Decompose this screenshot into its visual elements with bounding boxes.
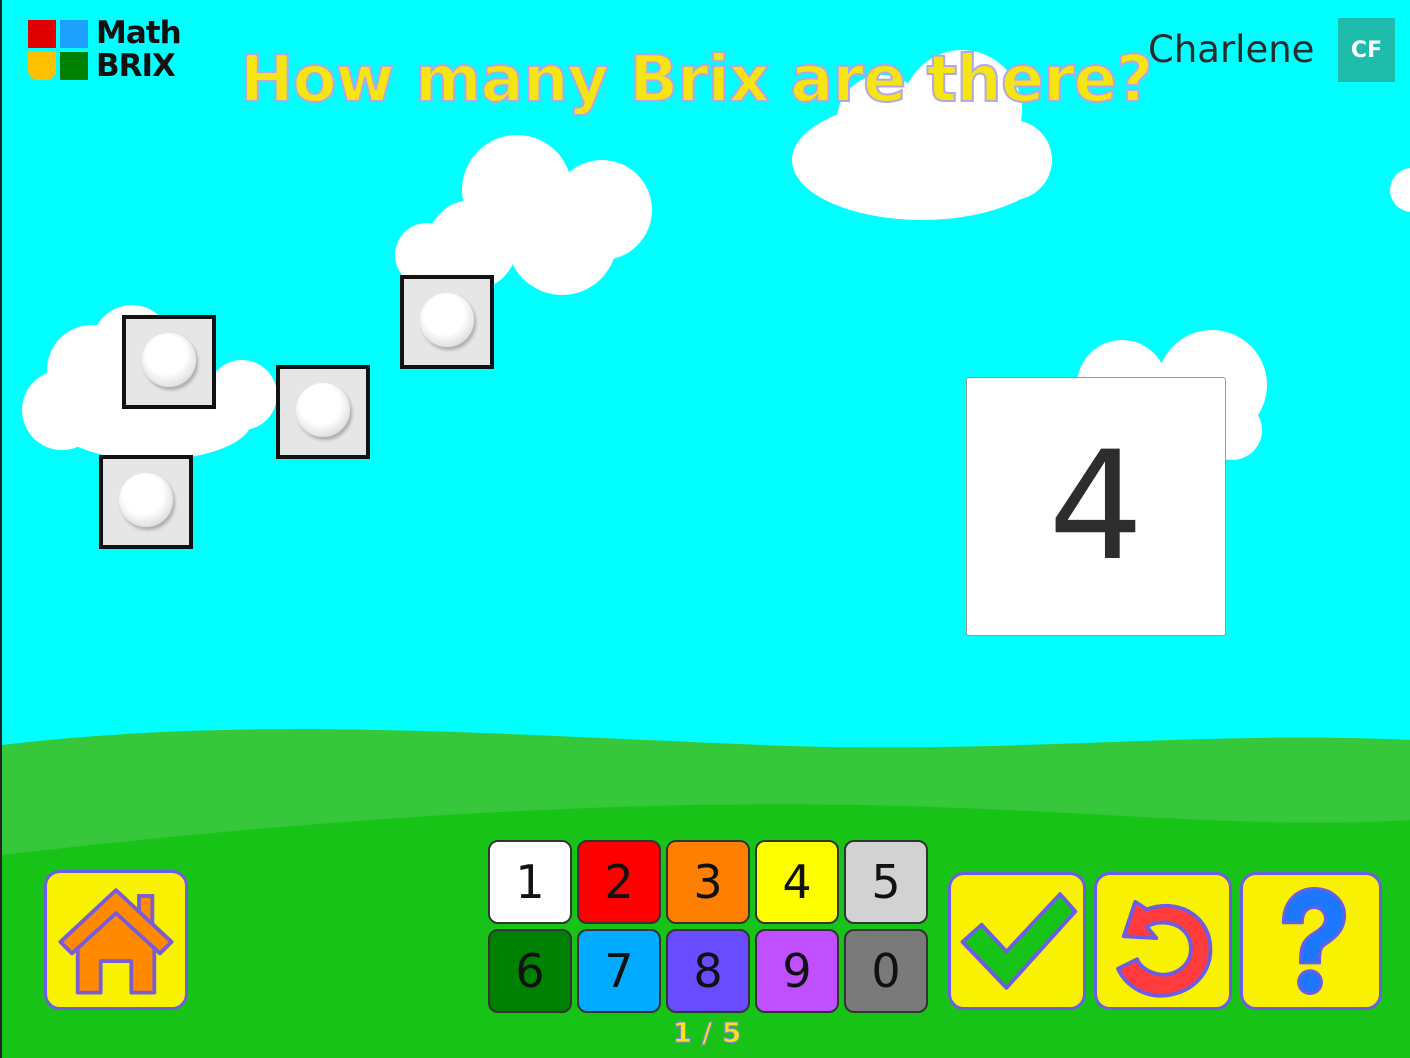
key-4[interactable]: 4 xyxy=(755,840,839,924)
brick[interactable] xyxy=(122,315,216,409)
game-stage: Math BRIX How many Brix are there? Charl… xyxy=(0,0,1410,1058)
progress-indicator: 1 / 5 xyxy=(672,1016,742,1050)
key-0[interactable]: 0 xyxy=(844,929,928,1013)
question-title: How many Brix are there? xyxy=(239,42,1154,118)
brick[interactable] xyxy=(99,455,193,549)
key-7[interactable]: 7 xyxy=(577,929,661,1013)
brick[interactable] xyxy=(276,365,370,459)
brick[interactable] xyxy=(400,275,494,369)
help-button[interactable] xyxy=(1240,872,1382,1010)
logo-square-blue xyxy=(60,20,88,48)
logo-text-math: Math xyxy=(96,15,182,51)
brick-stud xyxy=(119,473,173,527)
home-button[interactable] xyxy=(44,870,188,1010)
logo-square-green xyxy=(60,52,88,80)
brick-stud xyxy=(420,293,474,347)
logo-text-brix: BRIX xyxy=(96,48,176,84)
key-6[interactable]: 6 xyxy=(488,929,572,1013)
key-8[interactable]: 8 xyxy=(666,929,750,1013)
house-icon xyxy=(58,888,174,995)
brick-stud xyxy=(296,383,350,437)
mathbrix-logo: Math BRIX xyxy=(28,18,198,84)
question-mark-icon xyxy=(1281,886,1346,996)
user-name: Charlene xyxy=(1148,28,1315,71)
logo-square-red xyxy=(28,20,56,48)
key-5[interactable]: 5 xyxy=(844,840,928,924)
key-9[interactable]: 9 xyxy=(755,929,839,1013)
check-button[interactable] xyxy=(948,872,1086,1010)
checkmark-icon xyxy=(960,892,1078,990)
brick-stud xyxy=(142,333,196,387)
logo-square-yellow xyxy=(28,52,56,80)
key-2[interactable]: 2 xyxy=(577,840,661,924)
user-avatar[interactable]: CF xyxy=(1338,18,1395,82)
undo-button[interactable] xyxy=(1094,872,1232,1010)
answer-card: 4 xyxy=(966,377,1226,636)
key-3[interactable]: 3 xyxy=(666,840,750,924)
key-1[interactable]: 1 xyxy=(488,840,572,924)
undo-icon xyxy=(1116,899,1213,998)
